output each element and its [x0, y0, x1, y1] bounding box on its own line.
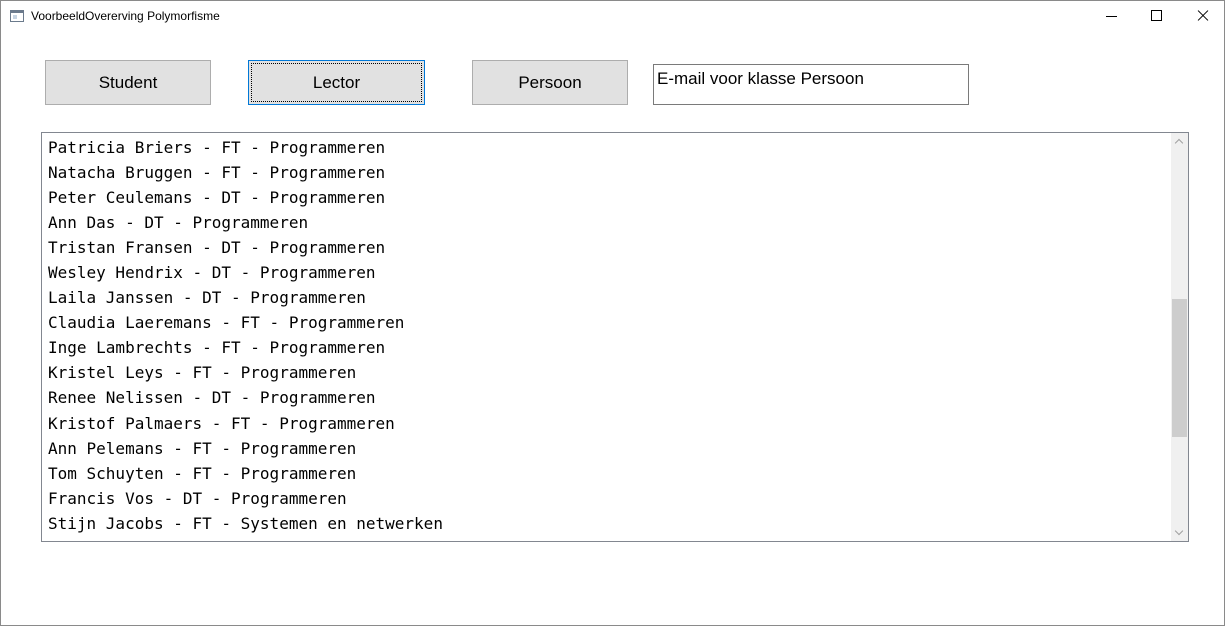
list-item[interactable]: Renee Nelissen - DT - Programmeren	[48, 385, 1168, 410]
list-item[interactable]: Patricia Briers - FT - Programmeren	[48, 135, 1168, 160]
app-window-icon	[10, 10, 24, 22]
list-items: Patricia Briers - FT - Programmeren Natac…	[48, 135, 1168, 536]
list-item[interactable]: Stijn Jacobs - FT - Systemen en netwerke…	[48, 511, 1168, 536]
window-title: VoorbeeldOvererving Polymorfisme	[31, 9, 220, 23]
list-item[interactable]: Wesley Hendrix - DT - Programmeren	[48, 260, 1168, 285]
list-item[interactable]: Peter Ceulemans - DT - Programmeren	[48, 185, 1168, 210]
minimize-icon[interactable]	[1088, 1, 1134, 32]
email-field[interactable]: E-mail voor klasse Persoon	[653, 64, 969, 105]
list-item[interactable]: Natacha Bruggen - FT - Programmeren	[48, 160, 1168, 185]
vertical-scrollbar[interactable]	[1171, 133, 1188, 541]
list-item[interactable]: Francis Vos - DT - Programmeren	[48, 486, 1168, 511]
scroll-thumb[interactable]	[1172, 299, 1187, 437]
list-item[interactable]: Inge Lambrechts - FT - Programmeren	[48, 335, 1168, 360]
scroll-up-icon[interactable]	[1171, 133, 1188, 150]
list-item[interactable]: Laila Janssen - DT - Programmeren	[48, 285, 1168, 310]
list-item[interactable]: Tristan Fransen - DT - Programmeren	[48, 235, 1168, 260]
close-icon[interactable]	[1180, 1, 1225, 32]
list-item[interactable]: Kristof Palmaers - FT - Programmeren	[48, 411, 1168, 436]
title-bar[interactable]: VoorbeeldOvererving Polymorfisme	[1, 1, 1224, 32]
maximize-icon[interactable]	[1134, 1, 1180, 32]
list-item[interactable]: Claudia Laeremans - FT - Programmeren	[48, 310, 1168, 335]
list-item[interactable]: Kristel Leys - FT - Programmeren	[48, 360, 1168, 385]
app-window: VoorbeeldOvererving Polymorfisme Student…	[0, 0, 1225, 626]
list-item[interactable]: Ann Pelemans - FT - Programmeren	[48, 436, 1168, 461]
list-item[interactable]: Ann Das - DT - Programmeren	[48, 210, 1168, 235]
persoon-button[interactable]: Persoon	[472, 60, 628, 105]
person-listbox[interactable]: Patricia Briers - FT - Programmeren Natac…	[41, 132, 1189, 542]
list-item[interactable]: Tom Schuyten - FT - Programmeren	[48, 461, 1168, 486]
scroll-down-icon[interactable]	[1171, 524, 1188, 541]
student-button[interactable]: Student	[45, 60, 211, 105]
lector-button[interactable]: Lector	[248, 60, 425, 105]
